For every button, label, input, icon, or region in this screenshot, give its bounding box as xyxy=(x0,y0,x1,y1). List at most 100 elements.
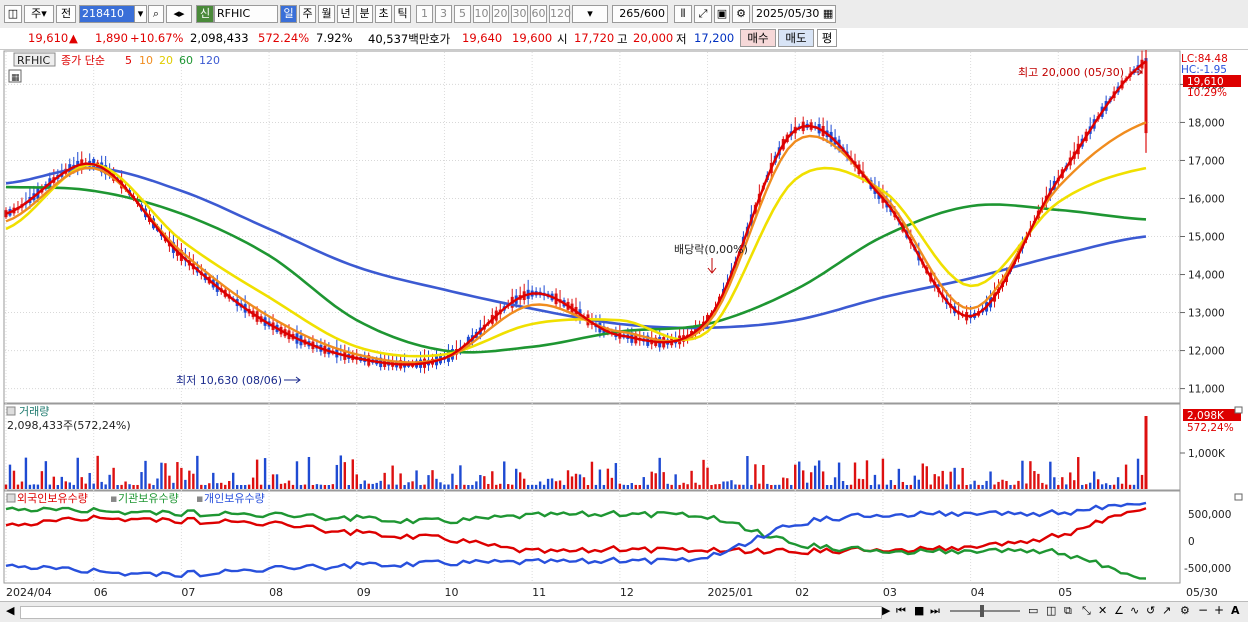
period-month-button[interactable]: 월 xyxy=(318,5,335,23)
zoom-slider[interactable] xyxy=(950,610,1020,612)
draw-wave-icon[interactable]: ∿ xyxy=(1130,604,1139,617)
grid-toggle-icon[interactable]: ▦ xyxy=(11,73,20,83)
date-field[interactable]: 2025/05/30 ▦ xyxy=(752,5,836,23)
volume-bar xyxy=(538,481,542,489)
volume-bar xyxy=(395,484,398,489)
draw-line-icon[interactable]: ⤡ xyxy=(1082,604,1091,618)
stop-icon[interactable]: ■ xyxy=(914,604,924,617)
minute-20-button[interactable]: 20 xyxy=(492,5,509,23)
volume-bar xyxy=(614,463,618,489)
volume-bar xyxy=(351,459,354,489)
split-icon[interactable]: ◫ xyxy=(1046,604,1056,617)
volume-bar xyxy=(144,460,147,489)
volume-bar xyxy=(897,468,901,489)
volume-bar xyxy=(68,482,71,489)
volume-bar xyxy=(375,482,378,489)
minute-30-button[interactable]: 30 xyxy=(511,5,528,23)
eval-button[interactable]: 평 xyxy=(817,29,837,47)
price-tick-label: 17,000 xyxy=(1188,155,1225,167)
zoom-slider-handle[interactable] xyxy=(980,605,984,617)
chart-type-icon[interactable]: ⫴ xyxy=(674,5,692,23)
volume-bar xyxy=(1005,480,1008,489)
save-icon[interactable]: ▣ xyxy=(714,5,730,23)
volume-bar xyxy=(638,484,641,489)
high-annotation: 최고 20,000 (05/30) xyxy=(1018,66,1124,79)
gear-icon[interactable]: ⚙ xyxy=(732,5,750,23)
buy-button[interactable]: 매수 xyxy=(740,29,776,47)
prev-button[interactable]: 전 xyxy=(56,5,76,23)
horizontal-scrollbar[interactable] xyxy=(20,606,882,619)
minute-1-button[interactable]: 1 xyxy=(416,5,433,23)
search-icon[interactable]: ⌕ xyxy=(148,5,164,23)
zoom-out-icon[interactable]: − xyxy=(1198,603,1208,617)
volume-bar xyxy=(734,484,737,489)
minute-5-button[interactable]: 5 xyxy=(454,5,471,23)
draw-cross-icon[interactable]: ✕ xyxy=(1098,604,1107,617)
minute-120-button[interactable]: 120 xyxy=(549,5,571,23)
volume-bar xyxy=(618,483,622,489)
volume-bar xyxy=(522,478,526,489)
volume-bar xyxy=(698,484,701,489)
layout-icon[interactable]: ▭ xyxy=(1028,604,1038,617)
volume-bar xyxy=(419,484,422,489)
price-panel xyxy=(3,50,1181,404)
holdings-collapse-icon[interactable] xyxy=(1234,493,1243,501)
minute-3-button[interactable]: 3 xyxy=(435,5,452,23)
volume-bar xyxy=(12,470,16,489)
auto-scale-icon[interactable]: A xyxy=(1231,604,1240,617)
volume-bar xyxy=(798,461,801,489)
draw-tool-icon[interactable]: ⤢ xyxy=(694,5,712,23)
custom-period-select[interactable]: ▾ xyxy=(572,5,608,23)
minute-60-button[interactable]: 60 xyxy=(530,5,547,23)
volume-bar xyxy=(602,484,606,489)
volume-bar xyxy=(76,457,79,489)
copy-icon[interactable]: ⧉ xyxy=(1064,604,1072,618)
volume-bar xyxy=(339,455,343,489)
zoom-in-icon[interactable]: + xyxy=(1214,603,1224,617)
volume-bar xyxy=(335,464,339,489)
period-mode-select[interactable]: 주▾ xyxy=(24,5,54,23)
period-minute-button[interactable]: 분 xyxy=(356,5,373,23)
volume-bar xyxy=(164,463,167,489)
period-week-button[interactable]: 주 xyxy=(299,5,316,23)
period-year-button[interactable]: 년 xyxy=(337,5,354,23)
volume-bar xyxy=(921,463,924,489)
rewind-icon[interactable]: ⏮ xyxy=(896,604,906,618)
scroll-left-icon[interactable]: ◀ xyxy=(6,604,14,617)
volume-bar xyxy=(239,484,243,489)
holdings-panel-icon[interactable] xyxy=(6,493,16,503)
volume-bar xyxy=(172,482,175,489)
speaker-icon[interactable]: ◂▸ xyxy=(166,5,192,23)
volume-bar xyxy=(526,484,530,489)
draw-angle-icon[interactable]: ∠ xyxy=(1114,604,1124,617)
volume-panel-icon[interactable] xyxy=(6,406,16,416)
count-field[interactable]: 265/600 xyxy=(612,5,668,23)
volume-bar xyxy=(722,481,725,489)
stock-name-field[interactable]: RFHIC xyxy=(214,5,278,23)
volume-bar xyxy=(933,474,936,489)
period-day-button[interactable]: 일 xyxy=(280,5,297,23)
settings-small-icon[interactable]: ⚙ xyxy=(1180,604,1190,617)
volume-bar xyxy=(267,484,271,489)
volume-bar xyxy=(1140,474,1144,489)
volume-bar xyxy=(235,484,239,489)
forward-icon[interactable]: ⏭ xyxy=(930,604,940,618)
code-dropdown-icon[interactable]: ▾ xyxy=(134,5,147,23)
scroll-right-icon[interactable]: ▶ xyxy=(882,604,890,617)
sell-button[interactable]: 매도 xyxy=(778,29,814,47)
volume-bar xyxy=(1136,458,1140,489)
draw-ray-icon[interactable]: ↗ xyxy=(1162,604,1171,617)
window-menu-icon[interactable]: ◫ xyxy=(4,5,22,23)
volume-bar xyxy=(232,472,235,489)
price-chart-svg[interactable]: RFHIC 종가 단순 5 10 20 60 120 ▦ 19,00018,00… xyxy=(0,46,1248,602)
period-second-button[interactable]: 초 xyxy=(375,5,392,23)
calendar-icon[interactable]: ▦ xyxy=(823,7,833,20)
volume-bar xyxy=(1128,484,1132,489)
period-tick-button[interactable]: 틱 xyxy=(394,5,411,23)
minute-10-button[interactable]: 10 xyxy=(473,5,490,23)
draw-curve-icon[interactable]: ↺ xyxy=(1146,604,1155,617)
volume-bar xyxy=(1021,460,1024,489)
stock-code-input[interactable]: 218410 xyxy=(79,5,135,23)
volume-collapse-icon[interactable] xyxy=(1234,406,1243,414)
volume-bar xyxy=(790,484,793,489)
